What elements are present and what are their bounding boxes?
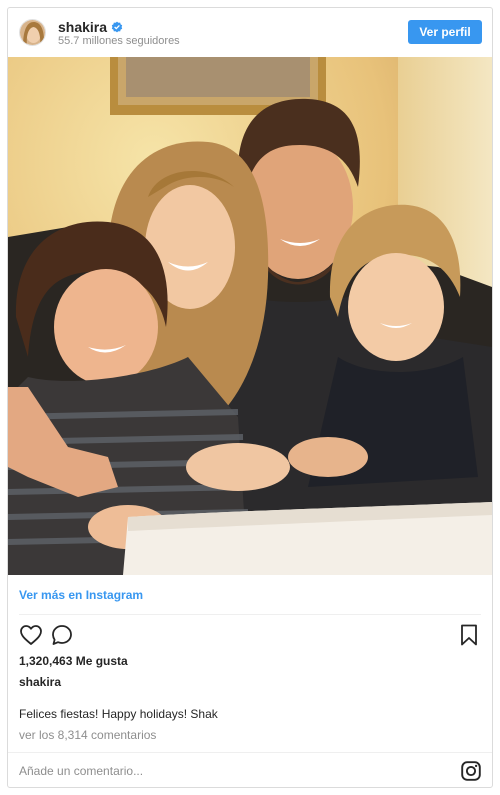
avatar[interactable] [19, 19, 46, 46]
post-photo[interactable] [8, 57, 492, 575]
bookmark-icon[interactable] [457, 623, 481, 647]
heart-icon[interactable] [19, 623, 43, 647]
comment-box [8, 752, 492, 787]
comment-icon[interactable] [50, 623, 74, 647]
comment-input[interactable] [19, 762, 419, 780]
username[interactable]: shakira [58, 19, 107, 35]
follower-count: 55.7 millones seguidores [58, 35, 180, 47]
like-count[interactable]: 1,320,463 Me gusta [19, 654, 128, 668]
caption-text: Felices fiestas! Happy holidays! Shak [19, 707, 218, 721]
divider [19, 614, 481, 615]
view-profile-button[interactable]: Ver perfil [408, 20, 482, 44]
instagram-embed-card: shakira 55.7 millones seguidores Ver per… [7, 7, 493, 788]
family-photo-image [8, 57, 492, 575]
caption-username[interactable]: shakira [19, 675, 61, 689]
view-more-link[interactable]: Ver más en Instagram [19, 588, 143, 602]
verified-badge-icon [111, 21, 123, 33]
action-bar [19, 623, 481, 647]
instagram-logo-icon[interactable] [461, 761, 481, 781]
view-comments-link[interactable]: ver los 8,314 comentarios [19, 728, 156, 742]
post-header: shakira 55.7 millones seguidores Ver per… [8, 8, 492, 57]
